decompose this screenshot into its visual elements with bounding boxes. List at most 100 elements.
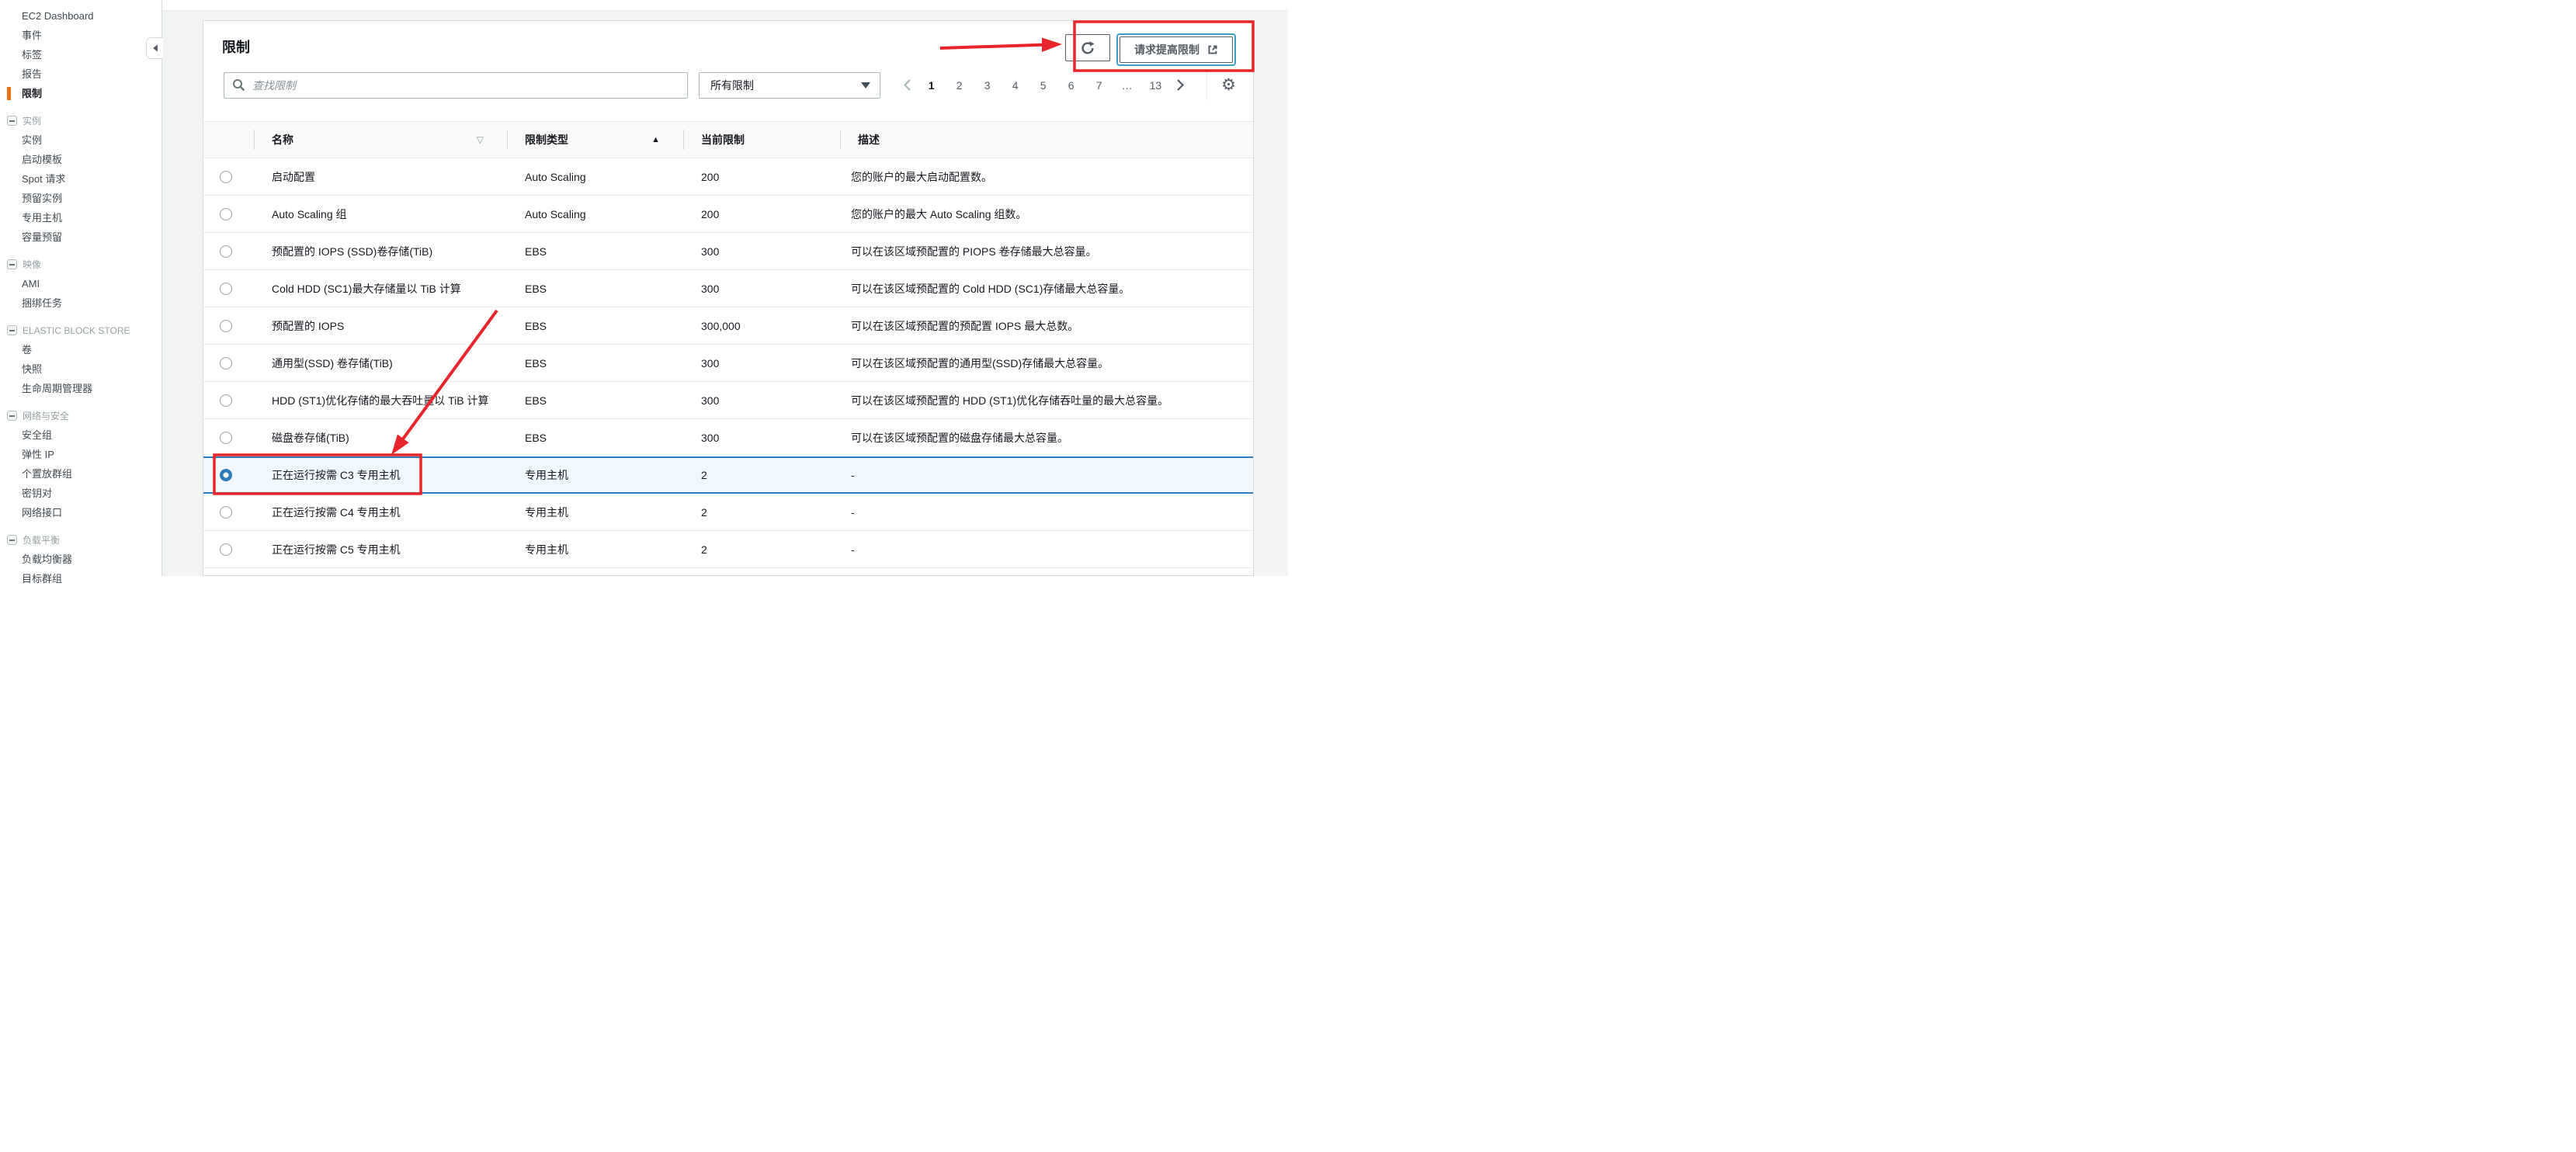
- column-header-name[interactable]: 名称 ▽: [254, 122, 507, 158]
- sidebar-collapse-button[interactable]: [146, 37, 163, 59]
- row-name-cell: Cold HDD (SC1)最大存储量以 TiB 计算: [254, 281, 507, 297]
- settings-gear-button[interactable]: ⚙: [1221, 77, 1236, 93]
- radio-selected[interactable]: [220, 469, 232, 481]
- limits-table: 名称 ▽ 限制类型 ▲ 当前限制 描述 启动配置Auto Scaling200您…: [203, 121, 1253, 568]
- sidebar-item-限制[interactable]: 限制: [0, 84, 161, 103]
- sidebar-item-负载均衡器[interactable]: 负载均衡器: [0, 550, 161, 569]
- sidebar-item-EC2 Dashboard[interactable]: EC2 Dashboard: [0, 6, 161, 26]
- table-row[interactable]: Auto Scaling 组Auto Scaling200您的账户的最大 Aut…: [203, 196, 1253, 233]
- sidebar-item-label: 快照: [22, 359, 161, 379]
- pagination-page-5[interactable]: 5: [1038, 79, 1049, 92]
- sidebar-item-容量预留[interactable]: 容量预留: [0, 227, 161, 247]
- pagination-page-13[interactable]: 13: [1150, 79, 1162, 92]
- radio-unselected[interactable]: [220, 394, 232, 407]
- table-row[interactable]: 正在运行按需 C5 专用主机专用主机2-: [203, 531, 1253, 568]
- pagination-page-6[interactable]: 6: [1066, 79, 1077, 92]
- row-current-limit-cell: 300: [683, 283, 840, 295]
- pagination-page-4[interactable]: 4: [1010, 79, 1021, 92]
- sidebar-item-label: 标签: [22, 45, 161, 64]
- sidebar-item-AMI[interactable]: AMI: [0, 274, 161, 293]
- search-input[interactable]: [252, 79, 679, 92]
- sidebar-item-启动模板[interactable]: 启动模板: [0, 150, 161, 169]
- sidebar-section-负载平衡[interactable]: 负载平衡: [0, 530, 161, 550]
- table-row[interactable]: 启动配置Auto Scaling200您的账户的最大启动配置数。: [203, 158, 1253, 196]
- previous-page-button[interactable]: [903, 78, 911, 92]
- sidebar-item-事件[interactable]: 事件: [0, 26, 161, 45]
- sidebar-item-预留实例[interactable]: 预留实例: [0, 189, 161, 208]
- sidebar-item-快照[interactable]: 快照: [0, 359, 161, 379]
- sidebar-item-卷[interactable]: 卷: [0, 340, 161, 359]
- sidebar-item-实例[interactable]: 实例: [0, 130, 161, 150]
- row-name-cell: 正在运行按需 C4 专用主机: [254, 505, 507, 520]
- table-body: 启动配置Auto Scaling200您的账户的最大启动配置数。Auto Sca…: [203, 158, 1253, 568]
- sidebar-item-弹性 IP[interactable]: 弹性 IP: [0, 445, 161, 464]
- chevron-right-icon: [1176, 78, 1185, 92]
- search-box[interactable]: [224, 72, 688, 99]
- radio-unselected[interactable]: [220, 320, 232, 332]
- table-row[interactable]: 正在运行按需 C4 专用主机专用主机2-: [203, 494, 1253, 531]
- radio-unselected[interactable]: [220, 432, 232, 444]
- panel-actions: 请求提高限制: [1065, 33, 1236, 66]
- sidebar-item-安全组[interactable]: 安全组: [0, 425, 161, 445]
- sidebar-section-映像[interactable]: 映像: [0, 255, 161, 274]
- row-type-cell: EBS: [507, 357, 683, 370]
- row-current-limit-cell: 300: [683, 394, 840, 407]
- row-radio-cell: [203, 283, 254, 295]
- limits-panel: 限制 请求提高限制: [203, 20, 1254, 576]
- table-row[interactable]: 预配置的 IOPSEBS300,000可以在该区域预配置的预配置 IOPS 最大…: [203, 307, 1253, 345]
- sidebar-section-实例[interactable]: 实例: [0, 111, 161, 130]
- column-header-current[interactable]: 当前限制: [683, 122, 840, 158]
- pagination-page-2[interactable]: 2: [954, 79, 965, 92]
- sidebar-item-专用主机[interactable]: 专用主机: [0, 208, 161, 227]
- row-current-limit-cell: 2: [683, 506, 840, 519]
- chevron-left-icon: [903, 78, 911, 92]
- table-row[interactable]: 磁盘卷存储(TiB)EBS300可以在该区域预配置的磁盘存储最大总容量。: [203, 419, 1253, 456]
- chevron-left-collapse-icon: [152, 44, 158, 52]
- sidebar-item-报告[interactable]: 报告: [0, 64, 161, 84]
- row-name-cell: 通用型(SSD) 卷存储(TiB): [254, 356, 507, 371]
- sidebar-item-个置放群组[interactable]: 个置放群组: [0, 464, 161, 484]
- sidebar-item-Spot 请求[interactable]: Spot 请求: [0, 169, 161, 189]
- pagination-page-7[interactable]: 7: [1094, 79, 1105, 92]
- radio-unselected[interactable]: [220, 208, 232, 220]
- refresh-button[interactable]: [1065, 34, 1110, 61]
- sidebar-section-网络与安全[interactable]: 网络与安全: [0, 406, 161, 425]
- column-header-type[interactable]: 限制类型 ▲: [507, 122, 683, 158]
- row-description-cell: 可以在该区域预配置的磁盘存储最大总容量。: [840, 430, 1253, 446]
- sidebar-item-标签[interactable]: 标签: [0, 45, 161, 64]
- pagination-page-3[interactable]: 3: [982, 79, 993, 92]
- pagination-page-1[interactable]: 1: [926, 79, 937, 92]
- radio-unselected[interactable]: [220, 283, 232, 295]
- row-current-limit-cell: 300: [683, 357, 840, 370]
- radio-unselected[interactable]: [220, 506, 232, 519]
- table-row[interactable]: Cold HDD (SC1)最大存储量以 TiB 计算EBS300可以在该区域预…: [203, 270, 1253, 307]
- sidebar-item-label: 生命周期管理器: [22, 379, 161, 398]
- radio-unselected[interactable]: [220, 171, 232, 183]
- sidebar-item-label: 启动模板: [22, 150, 161, 169]
- row-name-cell: 正在运行按需 C5 专用主机: [254, 542, 507, 557]
- filter-dropdown[interactable]: 所有限制: [699, 72, 880, 99]
- radio-unselected[interactable]: [220, 357, 232, 370]
- next-page-button[interactable]: [1176, 78, 1185, 92]
- sidebar-item-目标群组[interactable]: 目标群组: [0, 569, 161, 588]
- sidebar-item-label: 限制: [22, 84, 161, 103]
- table-row[interactable]: 通用型(SSD) 卷存储(TiB)EBS300可以在该区域预配置的通用型(SSD…: [203, 345, 1253, 382]
- radio-unselected[interactable]: [220, 543, 232, 556]
- sidebar-item-网络接口[interactable]: 网络接口: [0, 503, 161, 522]
- sidebar-nav: EC2 Dashboard事件标签报告限制实例实例启动模板Spot 请求预留实例…: [0, 0, 162, 576]
- sidebar-section-ELASTIC BLOCK STORE[interactable]: ELASTIC BLOCK STORE: [0, 321, 161, 340]
- filter-value: 所有限制: [710, 78, 754, 93]
- row-current-limit-cell: 300,000: [683, 320, 840, 332]
- sidebar-item-密钥对[interactable]: 密钥对: [0, 484, 161, 503]
- radio-unselected[interactable]: [220, 245, 232, 258]
- table-row[interactable]: HDD (ST1)优化存储的最大吞吐量以 TiB 计算EBS300可以在该区域预…: [203, 382, 1253, 419]
- row-radio-cell: [203, 208, 254, 220]
- sidebar-item-捆绑任务[interactable]: 捆绑任务: [0, 293, 161, 313]
- table-row[interactable]: 正在运行按需 C3 专用主机专用主机2-: [203, 456, 1253, 494]
- request-limit-increase-button[interactable]: 请求提高限制: [1120, 36, 1233, 63]
- column-header-description[interactable]: 描述: [840, 122, 1253, 158]
- sidebar-item-label: 捆绑任务: [22, 293, 161, 313]
- sidebar-item-生命周期管理器[interactable]: 生命周期管理器: [0, 379, 161, 398]
- row-description-cell: -: [840, 543, 1253, 556]
- table-row[interactable]: 预配置的 IOPS (SSD)卷存储(TiB)EBS300可以在该区域预配置的 …: [203, 233, 1253, 270]
